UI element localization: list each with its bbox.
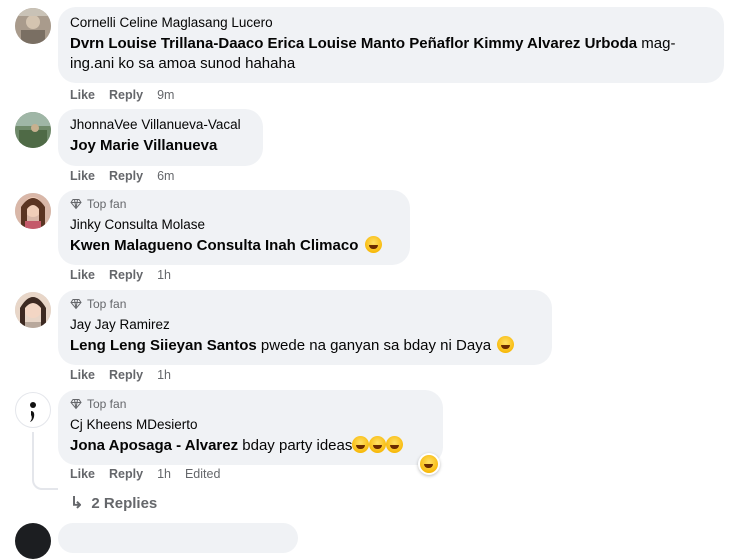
- diamond-icon: [70, 399, 82, 410]
- comment-text-rest: bday party ideas: [238, 437, 353, 454]
- top-fan-label: Top fan: [87, 197, 127, 211]
- comment-mentions[interactable]: Dvrn Louise Trillana-Daaco Erica Louise …: [70, 35, 637, 52]
- comment-bubble: Cornelli Celine Maglasang Lucero Dvrn Lo…: [58, 7, 724, 83]
- like-button[interactable]: Like: [70, 88, 95, 102]
- rofl-emoji: [386, 436, 404, 453]
- comment-actions: Like Reply 1h: [70, 267, 185, 283]
- comment-text: Jona Aposaga - Alvarez bday party ideas: [70, 436, 431, 456]
- comment-mentions[interactable]: Leng Leng Siieyan Santos: [70, 337, 257, 354]
- like-button[interactable]: Like: [70, 169, 95, 183]
- comment-time[interactable]: 1h: [157, 268, 171, 282]
- top-fan-badge: Top fan: [70, 197, 398, 211]
- comment-text: Kwen Malagueno Consulta Inah Climaco: [70, 236, 398, 256]
- reply-button[interactable]: Reply: [109, 467, 143, 481]
- comment-author[interactable]: Cj Kheens MDesierto: [70, 416, 431, 433]
- avatar[interactable]: [15, 112, 51, 148]
- avatar[interactable]: [15, 193, 51, 229]
- comment-text-rest: mag-: [637, 35, 676, 52]
- comment-text-line2: ing.ani ko sa amoa sunod hahaha: [70, 55, 296, 72]
- comment-actions: Like Reply 9m: [70, 87, 188, 103]
- next-comment-avatar-partial: [15, 523, 51, 559]
- haha-emoji: [420, 455, 438, 473]
- view-replies-link[interactable]: ↳ 2 Replies: [70, 493, 157, 513]
- avatar[interactable]: [15, 292, 51, 328]
- reply-arrow-icon: ↳: [70, 495, 84, 512]
- replies-count: 2 Replies: [91, 494, 158, 512]
- edited-label: Edited: [184, 467, 221, 481]
- comment-text: Joy Marie Villanueva: [70, 136, 251, 156]
- comment-time[interactable]: 9m: [157, 88, 174, 102]
- comment-actions: Like Reply 1h: [70, 367, 185, 383]
- comment-author[interactable]: JhonnaVee Villanueva-Vacal: [70, 116, 251, 133]
- comment-mentions[interactable]: Kwen Malagueno Consulta Inah Climaco: [70, 237, 358, 254]
- comment-author[interactable]: Jinky Consulta Molase: [70, 216, 398, 233]
- like-button[interactable]: Like: [70, 268, 95, 282]
- comment-mentions[interactable]: Jona Aposaga - Alvarez: [70, 437, 238, 454]
- laughing-tears-emoji: [497, 336, 515, 353]
- comment-time[interactable]: 6m: [157, 169, 174, 183]
- comment-text: Leng Leng Siieyan Santos pwede na ganyan…: [70, 336, 540, 356]
- comment-mentions[interactable]: Joy Marie Villanueva: [70, 137, 217, 154]
- like-button[interactable]: Like: [70, 467, 95, 481]
- comment-bubble: Top fan Jay Jay Ramirez Leng Leng Siieya…: [58, 290, 552, 365]
- rofl-emoji: [369, 436, 387, 453]
- comment-bubble: JhonnaVee Villanueva-Vacal Joy Marie Vil…: [58, 109, 263, 166]
- comment-actions: Like Reply 1h Edited: [70, 466, 234, 482]
- laughing-tears-emoji: [364, 236, 382, 253]
- diamond-icon: [70, 299, 82, 310]
- comment-bubble: Top fan Cj Kheens MDesierto Jona Aposaga…: [58, 390, 443, 465]
- thread-line: [32, 432, 58, 490]
- avatar[interactable]: [15, 8, 51, 44]
- comment-author[interactable]: Cornelli Celine Maglasang Lucero: [70, 14, 712, 31]
- top-fan-badge: Top fan: [70, 297, 540, 311]
- diamond-icon: [70, 199, 82, 210]
- top-fan-label: Top fan: [87, 297, 127, 311]
- reply-button[interactable]: Reply: [109, 88, 143, 102]
- comment-time[interactable]: 1h: [157, 467, 171, 481]
- comment-actions: Like Reply 6m: [70, 168, 188, 184]
- top-fan-label: Top fan: [87, 397, 127, 411]
- avatar[interactable]: [15, 392, 51, 428]
- rofl-emoji: [352, 436, 370, 453]
- comment-text-rest: pwede na ganyan sa bday ni Daya: [256, 337, 492, 354]
- top-fan-badge: Top fan: [70, 397, 431, 411]
- haha-reaction-icon[interactable]: [418, 453, 440, 475]
- comment-author[interactable]: Jay Jay Ramirez: [70, 316, 540, 333]
- reply-button[interactable]: Reply: [109, 268, 143, 282]
- like-button[interactable]: Like: [70, 368, 95, 382]
- reply-button[interactable]: Reply: [109, 368, 143, 382]
- next-comment-bubble-partial: [58, 523, 298, 553]
- comment-text: Dvrn Louise Trillana-Daaco Erica Louise …: [70, 34, 712, 74]
- comment-bubble: Top fan Jinky Consulta Molase Kwen Malag…: [58, 190, 410, 265]
- comment-time[interactable]: 1h: [157, 368, 171, 382]
- reply-button[interactable]: Reply: [109, 169, 143, 183]
